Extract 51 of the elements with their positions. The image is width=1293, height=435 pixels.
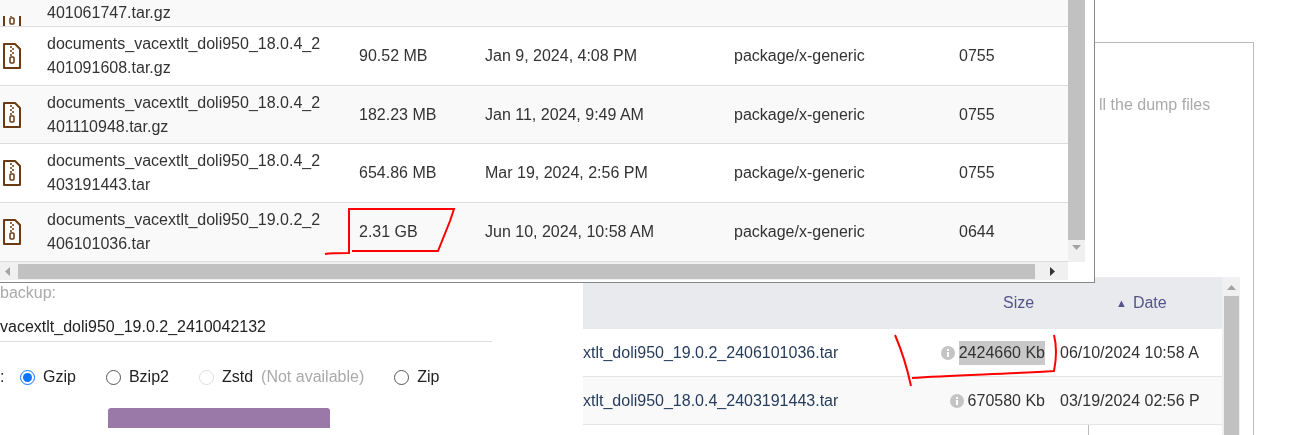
file-date: Mar 19, 2024, 2:56 PM (485, 164, 648, 182)
file-name[interactable]: documents_vacextlt_doli950_19.0.2_2 406101036.tar (47, 208, 359, 257)
scroll-up-icon[interactable] (1226, 285, 1236, 290)
file-date: Jan 11, 2024, 9:49 AM (485, 105, 644, 123)
scrollbar-thumb[interactable] (1223, 296, 1239, 435)
file-name[interactable]: documents_vacextlt_doli950_18.0.4_2 401110948.tar.gz (47, 90, 359, 139)
backup-date: 03/19/2024 02:56 P (1060, 390, 1200, 411)
file-size: 2.31 GB (359, 223, 418, 241)
scrollbar-thumb[interactable] (18, 263, 1035, 279)
file-date: Jan 9, 2024, 4:08 PM (485, 46, 638, 64)
file-name[interactable]: documents_vacextlt_doli950_18.0.4_2 401091608.tar.gz (47, 31, 359, 80)
scroll-down-icon[interactable] (1072, 245, 1081, 250)
info-icon (949, 393, 964, 408)
file-type: package/x-generic (734, 164, 865, 182)
scroll-right-icon[interactable] (1050, 266, 1055, 276)
radio-button[interactable] (394, 369, 410, 385)
radio-note: (Not available) (261, 367, 365, 387)
backup-file-link[interactable]: xtlt_doli950_18.0.4_2403191443.tar (583, 388, 922, 413)
radio-label[interactable]: Bzip2 (128, 365, 169, 389)
file-permissions: 0755 (959, 105, 995, 123)
generate-backup-button[interactable] (108, 408, 330, 428)
file-type: package/x-generic (734, 105, 865, 123)
file-permissions: 0755 (959, 164, 995, 182)
file-size: 90.52 MB (359, 46, 428, 64)
info-icon (940, 345, 955, 360)
file-type: package/x-generic (734, 46, 865, 64)
file-size: 654.86 MB (359, 164, 437, 182)
horizontal-scrollbar[interactable] (0, 262, 1068, 280)
radio-label[interactable]: Gzip (43, 365, 76, 389)
backup-size: 670580 Kb (967, 390, 1045, 411)
backup-file-link[interactable]: xtlt_doli950_19.0.2_2406101036.tar (583, 340, 922, 365)
filename-field[interactable]: vacextlt_doli950_19.0.2_2410042132 (0, 312, 492, 342)
file-permissions: 0755 (959, 46, 995, 64)
file-size: 182.23 MB (359, 105, 437, 123)
file-name[interactable]: 401061747.tar.gz (47, 1, 171, 24)
compression-label: : (0, 367, 6, 387)
panel-text: ll the dump files (1099, 96, 1211, 113)
file-permissions: 0644 (959, 223, 995, 241)
radio-button[interactable] (20, 369, 35, 385)
radio-label[interactable]: Zip (417, 365, 440, 389)
column-header[interactable]: ▲ Date (1116, 291, 1167, 315)
column-header[interactable]: Size (1003, 291, 1116, 315)
vertical-scrollbar[interactable] (1222, 277, 1240, 435)
radio-button[interactable] (105, 369, 121, 385)
scroll-left-icon[interactable] (5, 266, 10, 276)
field-label: backup: (0, 283, 58, 303)
file-name[interactable]: documents_vacextlt_doli950_18.0.4_2 403191443.tar (47, 149, 359, 198)
backup-date: 06/10/2024 10:58 A (1060, 342, 1199, 363)
file-type: package/x-generic (734, 223, 865, 241)
backup-size: 2424660 Kb (958, 340, 1045, 365)
file-date: Jun 10, 2024, 10:58 AM (485, 223, 654, 241)
